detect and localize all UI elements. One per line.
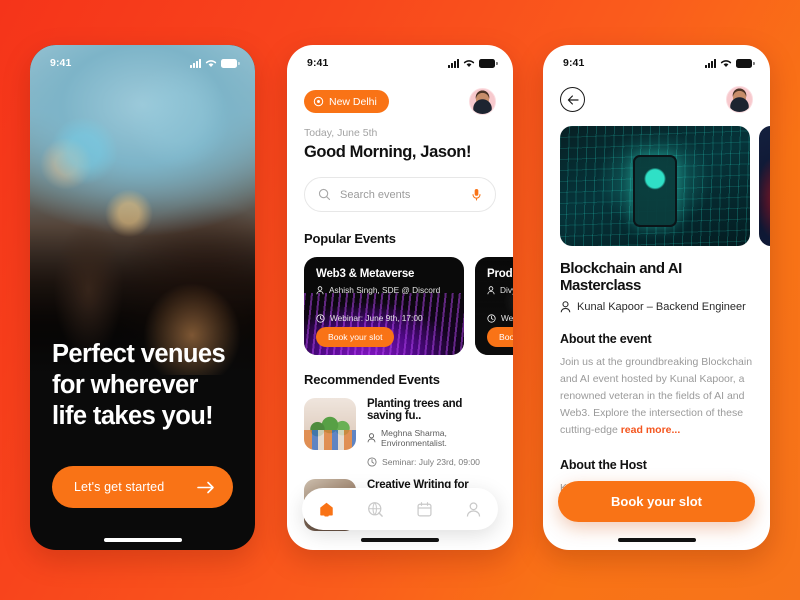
list-item-thumbnail <box>304 398 356 450</box>
book-slot-button[interactable]: Book your slot <box>316 327 395 347</box>
detail-header <box>543 75 770 126</box>
status-time: 9:41 <box>307 57 329 69</box>
battery-icon <box>479 58 498 68</box>
person-icon <box>316 285 324 295</box>
battery-icon <box>736 58 755 68</box>
status-icons <box>190 58 240 68</box>
list-item-when: Seminar: July 23rd, 09:00 <box>367 457 496 467</box>
event-card-title: Product De <box>487 268 513 280</box>
get-started-label: Let's get started <box>74 480 165 494</box>
event-card-host-label: Divya Meht <box>500 285 513 295</box>
get-started-button[interactable]: Let's get started <box>52 466 233 508</box>
book-slot-button[interactable]: Book your s <box>487 327 513 347</box>
tab-calendar[interactable] <box>416 501 433 518</box>
phone-event-detail: 9:41 Blockchain and AI Masterclass Kunal… <box>543 45 770 550</box>
event-card-host-label: Ashish Singh, SDE @ Discord <box>329 285 441 295</box>
event-card-title: Web3 & Metaverse <box>316 268 415 280</box>
event-image-gallery[interactable] <box>543 126 770 246</box>
tab-explore[interactable] <box>367 501 384 518</box>
recommended-events-heading: Recommended Events <box>304 372 440 387</box>
location-label: New Delhi <box>329 95 377 108</box>
event-card-when-label: Webina <box>501 313 513 323</box>
list-item-text: Planting trees and saving fu.. Meghna Sh… <box>367 398 496 467</box>
status-bar: 9:41 <box>543 45 770 75</box>
detail-content: Blockchain and AI Masterclass Kunal Kapo… <box>543 260 770 514</box>
hero-title: Perfect venues for wherever life takes y… <box>52 340 226 431</box>
cellular-signal-icon <box>448 58 459 68</box>
arrow-left-icon <box>567 94 579 105</box>
location-pill[interactable]: New Delhi <box>304 90 389 113</box>
date-label: Today, June 5th <box>304 127 378 139</box>
tab-home[interactable] <box>318 501 335 518</box>
status-bar: 9:41 <box>287 45 513 75</box>
about-event-heading: About the event <box>560 332 652 346</box>
cellular-signal-icon <box>190 58 201 68</box>
hero-background-photo <box>30 45 255 375</box>
microphone-icon[interactable] <box>471 188 482 201</box>
list-item-title: Planting trees and saving fu.. <box>367 398 463 422</box>
status-icons <box>705 58 755 68</box>
event-card[interactable]: Web3 & Metaverse Ashish Singh, SDE @ Dis… <box>304 257 464 355</box>
popular-events-carousel[interactable]: Web3 & Metaverse Ashish Singh, SDE @ Dis… <box>304 257 513 355</box>
status-time: 9:41 <box>563 57 585 69</box>
status-icons <box>448 58 498 68</box>
person-icon <box>367 433 376 443</box>
avatar[interactable] <box>726 86 753 113</box>
greeting-title: Good Morning, Jason! <box>304 143 472 161</box>
tab-profile[interactable] <box>465 501 482 518</box>
event-host-label: Kunal Kapoor – Backend Engineer <box>577 301 746 313</box>
home-indicator <box>361 538 439 542</box>
home-top-row: New Delhi <box>304 88 496 115</box>
person-icon <box>560 301 571 313</box>
back-button[interactable] <box>560 87 585 112</box>
bottom-tab-bar[interactable] <box>302 488 498 530</box>
book-slot-button[interactable]: Book your slot <box>558 481 755 522</box>
event-title: Blockchain and AI Masterclass <box>560 260 682 294</box>
read-more-link[interactable]: read more... <box>621 424 681 436</box>
clock-icon <box>487 313 496 323</box>
home-indicator <box>617 538 696 542</box>
wifi-icon <box>463 59 475 68</box>
list-item-when-label: Seminar: July 23rd, 09:00 <box>382 457 480 467</box>
event-hero-image-next[interactable] <box>759 126 770 246</box>
phone-home: 9:41 New Delhi Today, June 5th Good Morn… <box>287 45 513 550</box>
phone-onboarding: 9:41 Perfect venues for wherever life ta… <box>30 45 255 550</box>
wifi-icon <box>720 59 732 68</box>
event-card-when-label: Webinar: June 9th, 17:00 <box>330 313 423 323</box>
about-host-heading: About the Host <box>560 458 647 472</box>
list-item-host: Meghna Sharma, Environmentalist. <box>367 428 496 448</box>
list-item-host-label: Meghna Sharma, Environmentalist. <box>381 428 447 448</box>
hero-content: Perfect venues for wherever life takes y… <box>30 339 255 550</box>
avatar[interactable] <box>469 88 496 115</box>
battery-icon <box>221 58 240 68</box>
event-card[interactable]: Product De Divya Meht Webina Book your s <box>475 257 513 355</box>
search-icon <box>318 188 331 201</box>
event-card-host: Divya Meht <box>487 285 513 295</box>
list-item[interactable]: Planting trees and saving fu.. Meghna Sh… <box>304 398 496 467</box>
popular-events-heading: Popular Events <box>304 231 396 246</box>
event-card-host: Ashish Singh, SDE @ Discord <box>316 285 452 295</box>
arrow-right-icon <box>197 481 215 494</box>
status-bar: 9:41 <box>30 45 255 75</box>
person-icon <box>487 285 495 295</box>
about-event-text: Join us at the groundbreaking Blockchain… <box>560 354 753 439</box>
clock-icon <box>367 457 377 467</box>
cellular-signal-icon <box>705 58 716 68</box>
event-hero-image[interactable] <box>560 126 750 246</box>
clock-icon <box>316 313 325 323</box>
status-time: 9:41 <box>50 57 72 69</box>
map-pin-icon <box>313 96 324 107</box>
event-host: Kunal Kapoor – Backend Engineer <box>560 301 753 313</box>
search-input[interactable]: Search events <box>304 177 496 212</box>
search-placeholder: Search events <box>340 188 411 201</box>
home-scroll-area: New Delhi Today, June 5th Good Morning, … <box>287 88 513 531</box>
event-card-when: Webinar: June 9th, 17:00 <box>316 313 423 323</box>
wifi-icon <box>205 59 217 68</box>
event-card-when: Webina <box>487 313 513 323</box>
